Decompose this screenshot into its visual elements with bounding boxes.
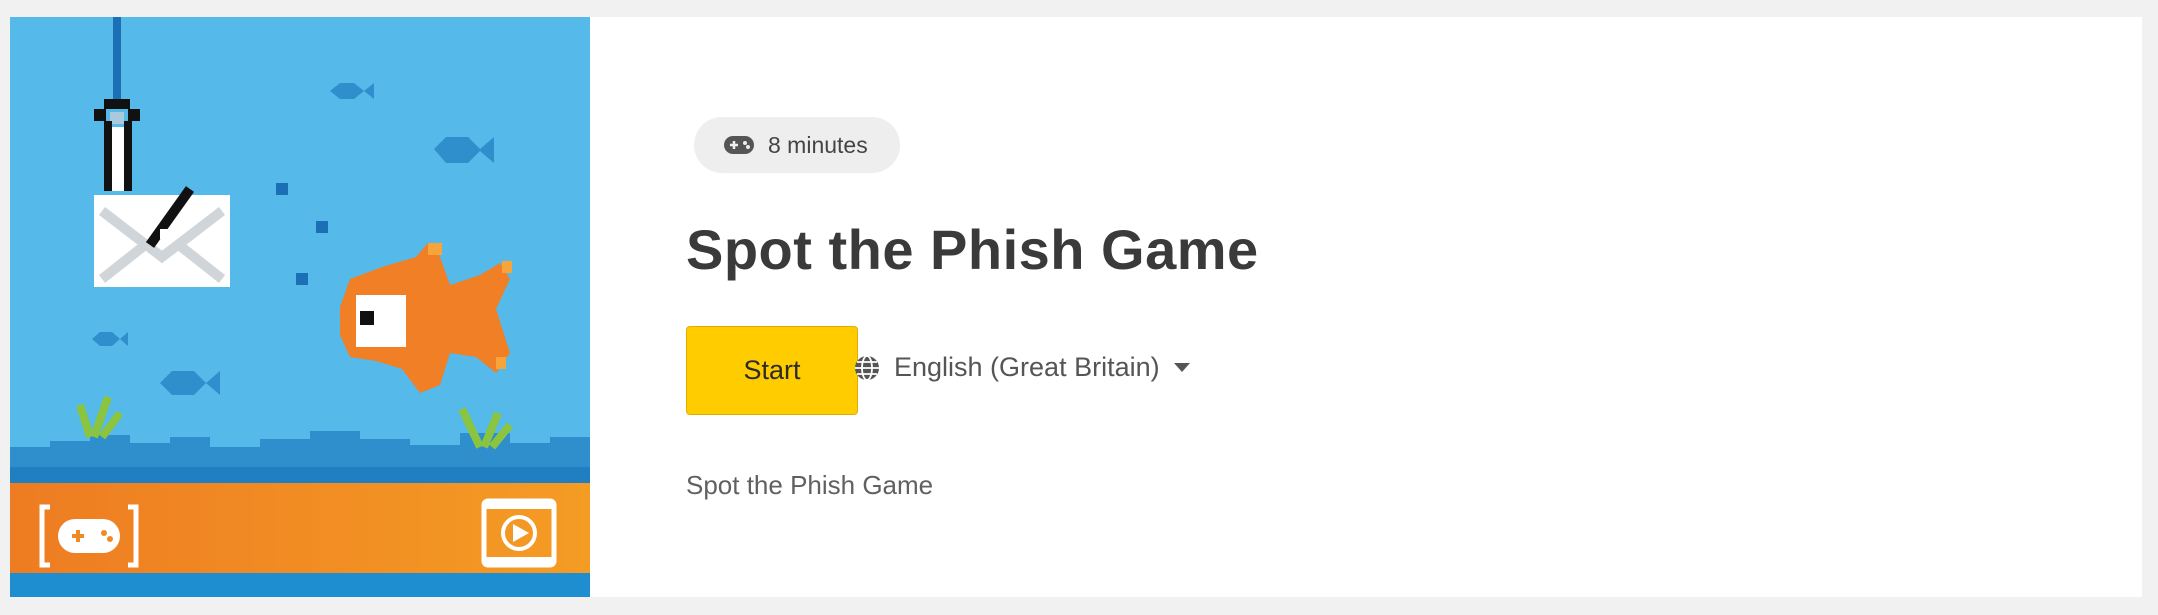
course-description: Spot the Phish Game	[686, 470, 934, 500]
duration-label: 8 minutes	[768, 131, 868, 158]
globe-icon	[854, 354, 880, 381]
course-thumbnail	[10, 17, 590, 597]
page-title: Spot the Phish Game	[686, 218, 1259, 281]
course-card: 8 minutes Spot the Phish Game Start Engl…	[10, 17, 2142, 597]
duration-badge: 8 minutes	[694, 117, 900, 173]
language-select[interactable]: English (Great Britain)	[854, 352, 1190, 383]
course-details: 8 minutes Spot the Phish Game Start Engl…	[590, 17, 2142, 597]
caret-down-icon	[1173, 362, 1190, 373]
start-button[interactable]: Start	[686, 326, 858, 415]
language-label: English (Great Britain)	[894, 352, 1160, 382]
gamepad-icon	[724, 135, 754, 155]
envelope-icon	[94, 186, 230, 287]
